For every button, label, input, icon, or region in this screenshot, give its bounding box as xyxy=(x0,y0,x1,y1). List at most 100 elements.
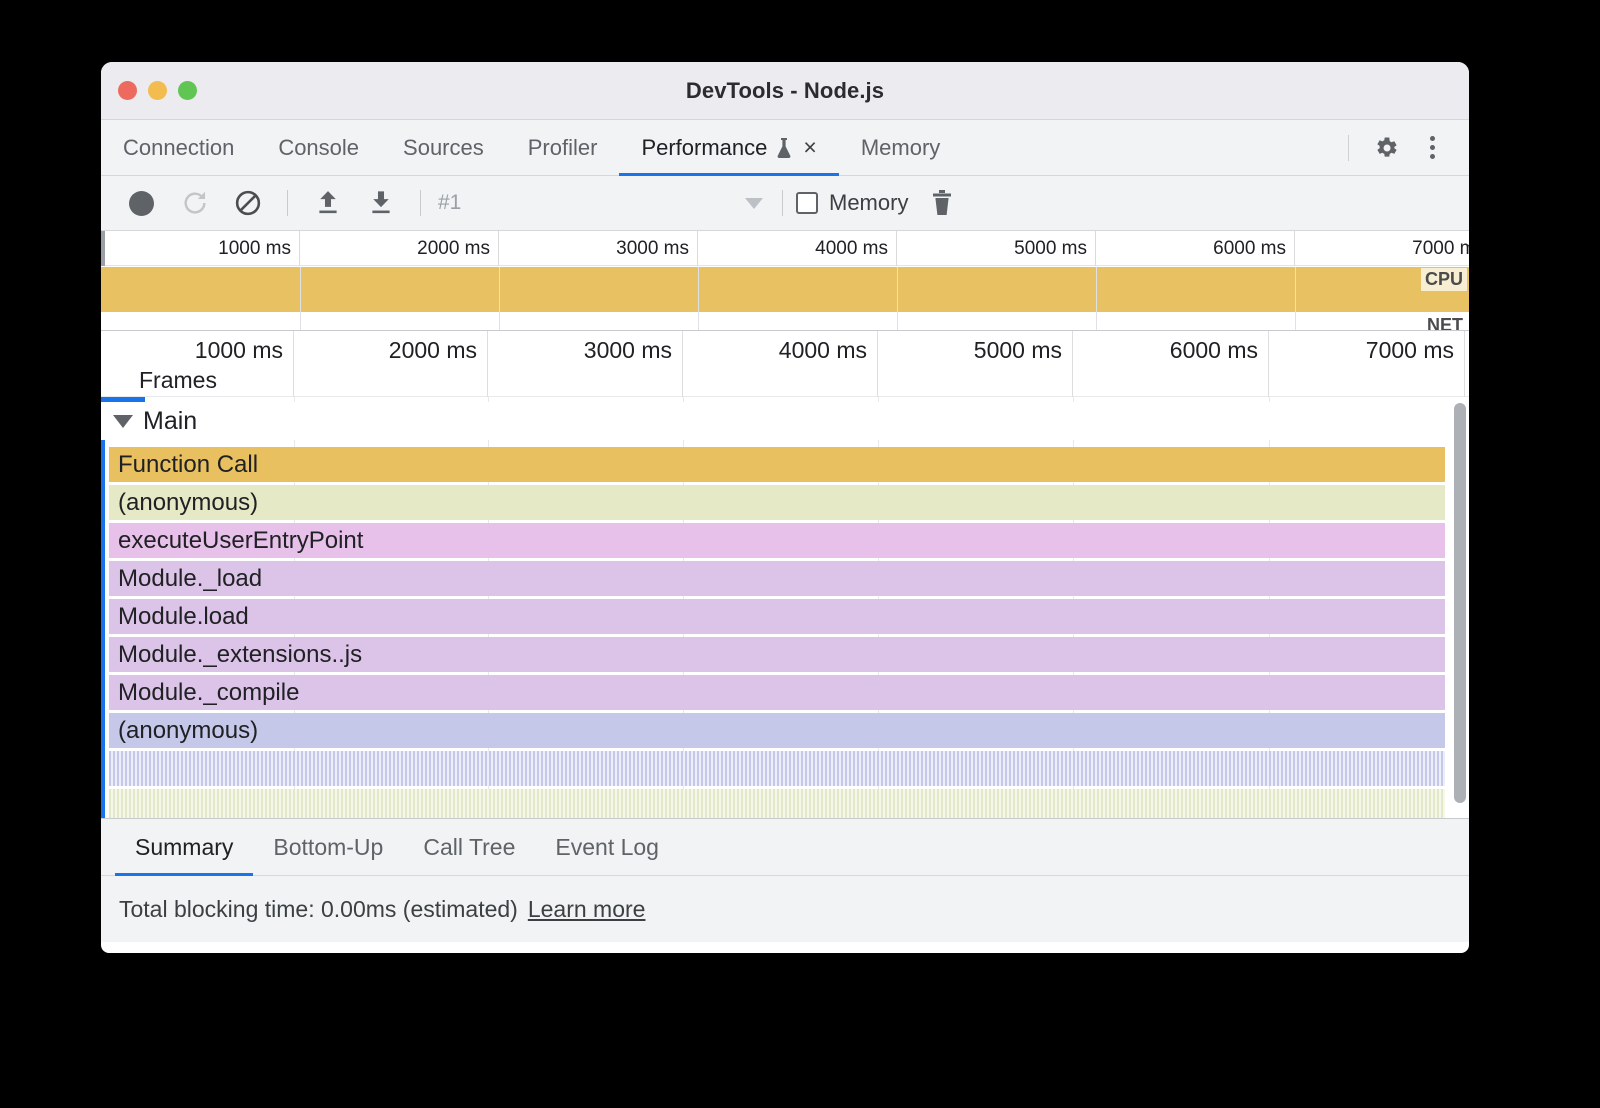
flame-bar-group[interactable] xyxy=(109,751,1445,786)
summary-statusbar: Total blocking time: 0.00ms (estimated) … xyxy=(101,876,1469,942)
tab-label: Event Log xyxy=(555,834,659,861)
total-blocking-time-text: Total blocking time: 0.00ms (estimated) xyxy=(119,896,518,923)
clear-button[interactable] xyxy=(221,181,274,226)
flame-bar-label: Module._load xyxy=(118,565,262,593)
tab-bottom-up[interactable]: Bottom-Up xyxy=(253,819,403,875)
overview-tick: 1000 ms xyxy=(101,231,300,266)
more-options-button[interactable] xyxy=(1409,125,1455,171)
overview-tick: 2000 ms xyxy=(300,231,499,266)
tab-label: Sources xyxy=(403,135,484,161)
flask-icon xyxy=(776,137,792,159)
close-icon[interactable]: × xyxy=(803,136,816,159)
flame-bar-label: executeUserEntryPoint xyxy=(118,527,363,555)
timeline-tick: 3000 ms xyxy=(488,331,683,397)
chevron-down-icon xyxy=(745,198,763,209)
tab-performance[interactable]: Performance × xyxy=(619,120,838,175)
flame-bar-label: Function Call xyxy=(118,451,258,479)
timeline-tick: 2000 ms xyxy=(294,331,488,397)
clear-recording-button[interactable] xyxy=(908,181,961,226)
tab-label: Bottom-Up xyxy=(273,834,383,861)
overview-tick: 4000 ms xyxy=(698,231,897,266)
flame-bar[interactable]: Module._extensions..js xyxy=(109,637,1445,672)
memory-checkbox-group[interactable]: Memory xyxy=(796,190,908,216)
overview-gridlines xyxy=(101,267,1469,330)
tabbar-actions xyxy=(1334,120,1469,175)
trash-icon xyxy=(930,189,954,217)
flame-bar-label: Module._compile xyxy=(118,679,299,707)
performance-toolbar: #1 Memory xyxy=(101,176,1469,231)
memory-checkbox-label: Memory xyxy=(829,190,908,216)
flame-bar[interactable]: Function Call xyxy=(109,447,1445,482)
tab-label: Profiler xyxy=(528,135,598,161)
tab-event-log[interactable]: Event Log xyxy=(535,819,679,875)
frames-track-label: Frames xyxy=(139,367,217,394)
tab-label: Call Tree xyxy=(423,834,515,861)
overview-ruler: 1000 ms 2000 ms 3000 ms 4000 ms 5000 ms … xyxy=(101,231,1469,266)
reload-and-record-button[interactable] xyxy=(168,181,221,226)
kebab-menu-icon xyxy=(1430,136,1435,159)
flame-bar-group[interactable] xyxy=(109,789,1445,818)
gear-icon xyxy=(1372,134,1400,162)
overview-cpu-label: CPU xyxy=(1421,268,1467,291)
save-profile-button[interactable] xyxy=(354,181,407,226)
tab-profiler[interactable]: Profiler xyxy=(506,120,620,175)
flame-group-main[interactable]: Main xyxy=(101,402,1469,440)
settings-button[interactable] xyxy=(1363,125,1409,171)
flame-bar-label: Module.load xyxy=(118,603,249,631)
window-title: DevTools - Node.js xyxy=(101,78,1469,104)
upload-icon xyxy=(315,189,341,217)
flame-bar[interactable]: (anonymous) xyxy=(109,713,1445,748)
flame-group-label: Main xyxy=(143,407,197,436)
divider xyxy=(1348,135,1349,161)
record-button[interactable] xyxy=(115,181,168,226)
panel-tabbar: Connection Console Sources Profiler Perf… xyxy=(101,120,1469,176)
timeline-overview[interactable]: 1000 ms 2000 ms 3000 ms 4000 ms 5000 ms … xyxy=(101,231,1469,331)
flame-vertical-scrollbar[interactable] xyxy=(1454,403,1466,803)
overview-tick: 5000 ms xyxy=(897,231,1096,266)
tab-sources[interactable]: Sources xyxy=(381,120,506,175)
clear-icon xyxy=(234,189,262,217)
flame-bar[interactable]: executeUserEntryPoint xyxy=(109,523,1445,558)
overview-tick: 7000 ms xyxy=(1295,231,1469,266)
flame-bar-label: Module._extensions..js xyxy=(118,641,362,669)
tab-label: Memory xyxy=(861,135,940,161)
flame-bar[interactable]: Module.load xyxy=(109,599,1445,634)
overview-tick: 3000 ms xyxy=(499,231,698,266)
chevron-down-icon[interactable] xyxy=(113,415,133,428)
timeline-tick: 6000 ms xyxy=(1073,331,1269,397)
divider xyxy=(782,190,783,216)
tab-connection[interactable]: Connection xyxy=(101,120,256,175)
details-tabbar: Summary Bottom-Up Call Tree Event Log xyxy=(101,818,1469,876)
trace-selector-value: #1 xyxy=(438,191,461,215)
divider xyxy=(287,190,288,216)
download-icon xyxy=(368,189,394,217)
timeline-tick: 4000 ms xyxy=(683,331,878,397)
tab-console[interactable]: Console xyxy=(256,120,381,175)
flame-bar-label: (anonymous) xyxy=(118,489,258,517)
overview-tick: 6000 ms xyxy=(1096,231,1295,266)
record-icon xyxy=(129,191,154,216)
flame-bar[interactable]: Module._load xyxy=(109,561,1445,596)
tab-label: Summary xyxy=(135,834,233,861)
tab-summary[interactable]: Summary xyxy=(115,819,253,875)
flame-selection-edge xyxy=(101,397,105,818)
tab-call-tree[interactable]: Call Tree xyxy=(403,819,535,875)
reload-icon xyxy=(181,189,209,217)
memory-checkbox[interactable] xyxy=(796,192,818,214)
load-profile-button[interactable] xyxy=(301,181,354,226)
tab-label: Connection xyxy=(123,135,234,161)
tab-memory[interactable]: Memory xyxy=(839,120,962,175)
learn-more-link[interactable]: Learn more xyxy=(528,896,646,923)
devtools-window: DevTools - Node.js Connection Console So… xyxy=(101,62,1469,953)
timeline-tick: 7000 ms xyxy=(1269,331,1465,397)
flame-bar[interactable]: (anonymous) xyxy=(109,485,1445,520)
window-titlebar: DevTools - Node.js xyxy=(101,62,1469,120)
divider xyxy=(420,190,421,216)
flame-bar[interactable]: Module._compile xyxy=(109,675,1445,710)
tab-label: Performance xyxy=(641,135,767,161)
trace-selector[interactable]: #1 xyxy=(434,191,769,215)
timeline-tick: 5000 ms xyxy=(878,331,1073,397)
flame-bar-label: (anonymous) xyxy=(118,717,258,745)
timeline-ruler: 1000 ms 2000 ms 3000 ms 4000 ms 5000 ms … xyxy=(101,331,1469,397)
flame-chart[interactable]: Main Function Call (anonymous) executeUs… xyxy=(101,397,1469,818)
